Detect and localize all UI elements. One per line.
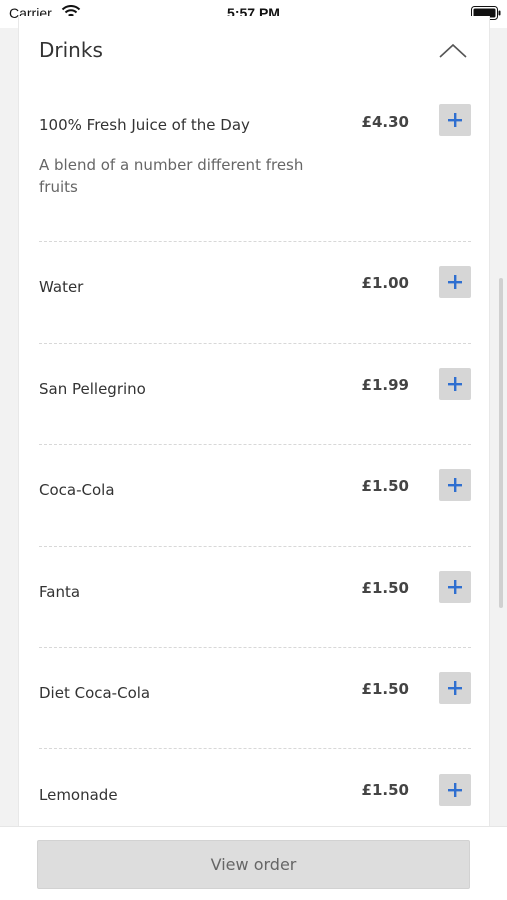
plus-icon xyxy=(448,377,462,391)
item-price: £1.99 xyxy=(361,376,409,394)
item-divider xyxy=(39,343,471,344)
item-name: Fanta xyxy=(39,583,81,601)
item-name: Lemonade xyxy=(39,786,118,804)
menu-item: Water £1.00 xyxy=(39,266,471,336)
item-divider xyxy=(39,546,471,547)
item-price: £1.00 xyxy=(361,274,409,292)
item-divider xyxy=(39,748,471,749)
plus-icon xyxy=(448,783,462,797)
collapse-section-button[interactable] xyxy=(437,40,469,62)
item-price: £1.50 xyxy=(361,477,409,495)
menu-item: San Pellegrino £1.99 xyxy=(39,368,471,438)
item-name: Water xyxy=(39,278,84,296)
item-description: A blend of a number different fresh frui… xyxy=(39,156,304,196)
add-item-button[interactable] xyxy=(439,266,471,298)
menu-item: Coca-Cola £1.50 xyxy=(39,469,471,539)
plus-icon xyxy=(448,478,462,492)
add-item-button[interactable] xyxy=(439,368,471,400)
item-name: Coca-Cola xyxy=(39,481,115,499)
view-order-button[interactable]: View order xyxy=(37,840,470,889)
add-item-button[interactable] xyxy=(439,774,471,806)
item-price: £1.50 xyxy=(361,579,409,597)
item-divider xyxy=(39,444,471,445)
add-item-button[interactable] xyxy=(439,672,471,704)
menu-item: Diet Coca-Cola £1.50 xyxy=(39,672,471,742)
menu-item: 100% Fresh Juice of the Day A blend of a… xyxy=(39,102,471,212)
item-price: £1.50 xyxy=(361,781,409,799)
scrollbar[interactable] xyxy=(499,278,503,608)
item-divider xyxy=(39,241,471,242)
plus-icon xyxy=(448,580,462,594)
add-item-button[interactable] xyxy=(439,571,471,603)
bottom-bar: View order xyxy=(0,826,507,900)
add-item-button[interactable] xyxy=(439,469,471,501)
section-title: Drinks xyxy=(39,38,103,62)
plus-icon xyxy=(448,113,462,127)
item-name: San Pellegrino xyxy=(39,380,146,398)
chevron-up-icon xyxy=(439,43,467,58)
item-price: £1.50 xyxy=(361,680,409,698)
menu-section-card: Drinks 100% Fresh Juice of the Day A ble… xyxy=(18,16,490,828)
menu-item: Lemonade £1.50 xyxy=(39,773,471,828)
item-name: 100% Fresh Juice of the Day xyxy=(39,116,250,134)
add-item-button[interactable] xyxy=(439,104,471,136)
item-name: Diet Coca-Cola xyxy=(39,684,151,702)
plus-icon xyxy=(448,681,462,695)
item-price: £4.30 xyxy=(361,113,409,131)
item-divider xyxy=(39,647,471,648)
menu-item: Fanta £1.50 xyxy=(39,571,471,641)
plus-icon xyxy=(448,275,462,289)
